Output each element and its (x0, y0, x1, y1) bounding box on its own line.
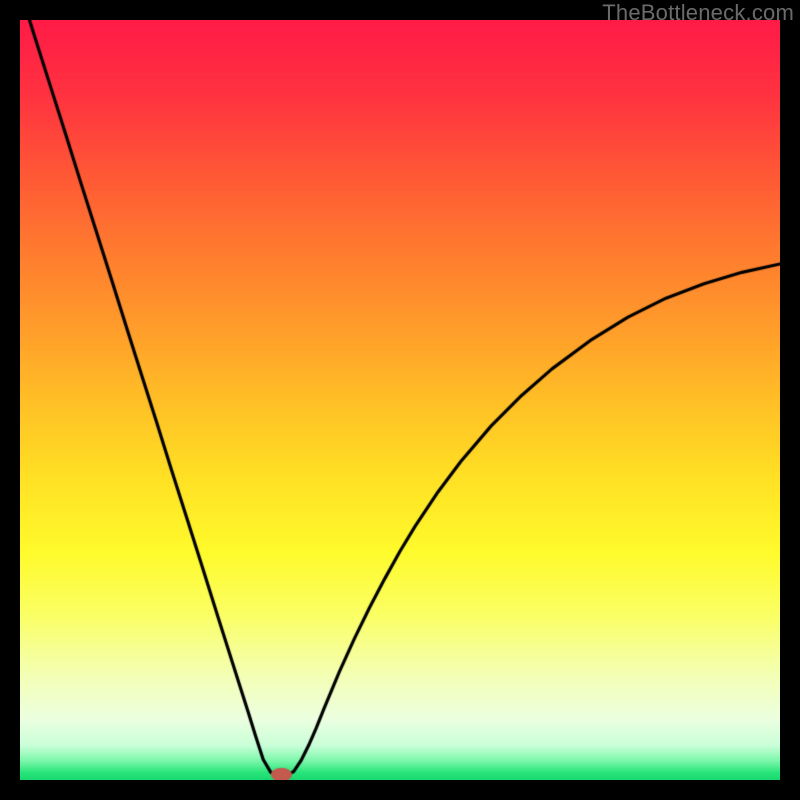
watermark-text: TheBottleneck.com (602, 0, 794, 26)
bottleneck-chart-canvas (20, 20, 780, 780)
chart-frame (20, 20, 780, 780)
